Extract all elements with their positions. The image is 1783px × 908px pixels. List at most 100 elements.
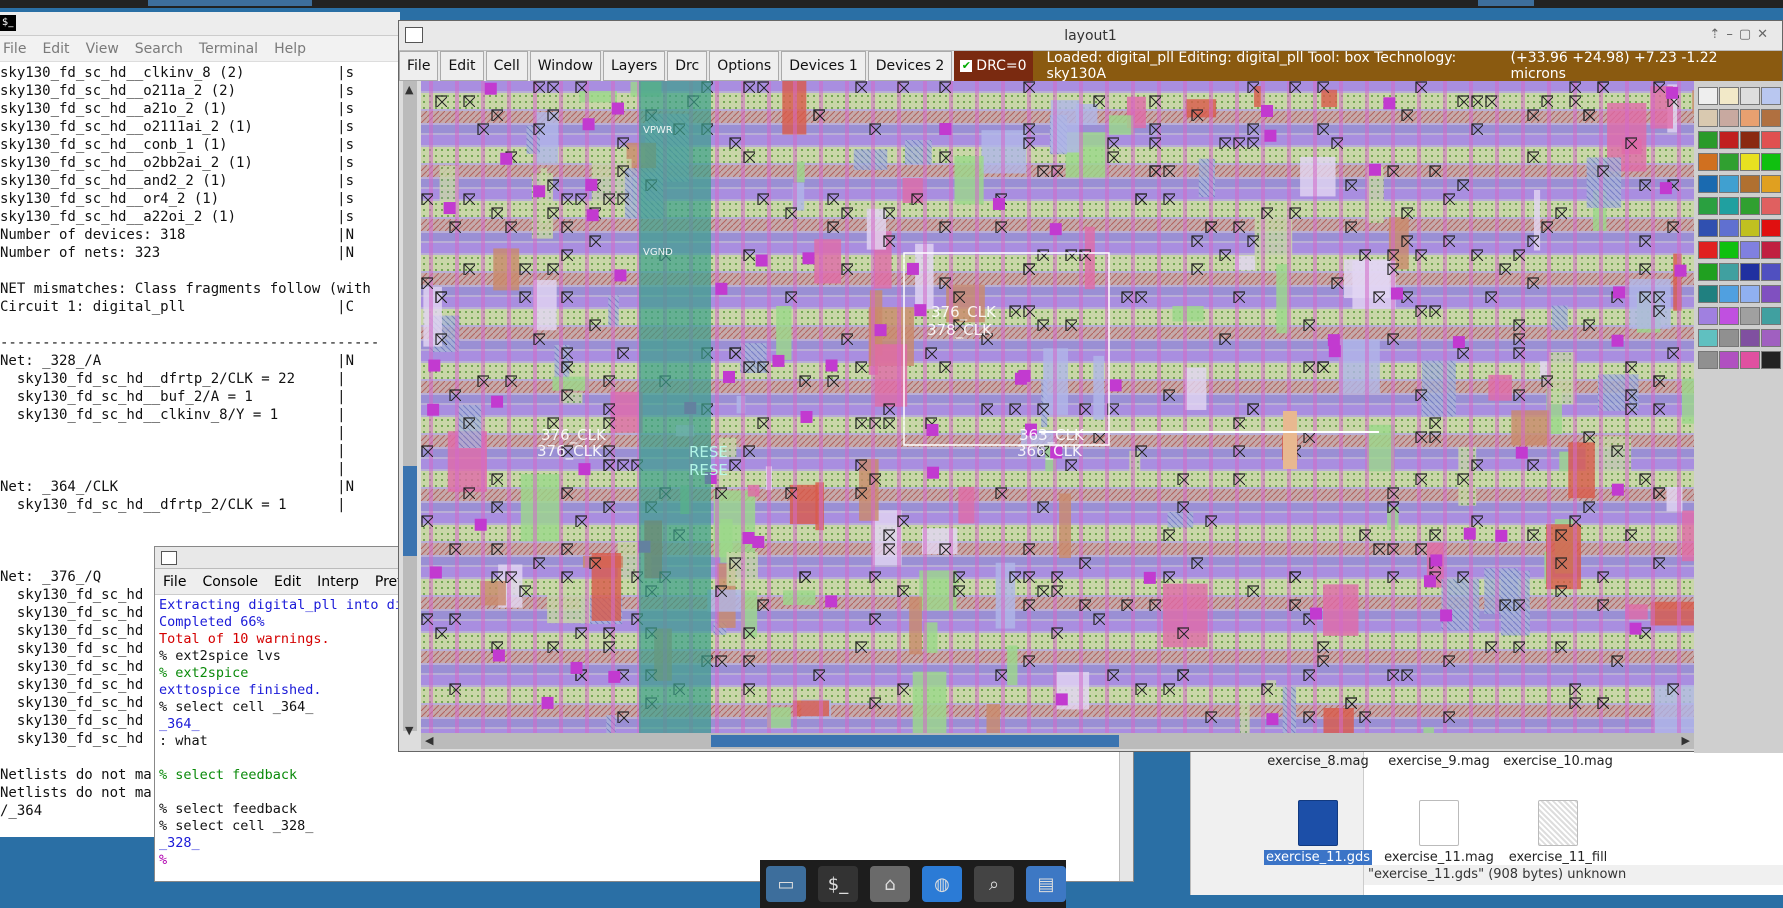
layer-swatch[interactable] <box>1698 329 1718 347</box>
layer-swatch[interactable] <box>1719 131 1739 149</box>
scroll-up-icon[interactable]: ▲ <box>405 83 413 96</box>
layer-swatch[interactable] <box>1761 307 1781 325</box>
search-icon[interactable]: ⌕ <box>974 866 1014 902</box>
layer-swatch[interactable] <box>1740 263 1760 281</box>
layer-swatch[interactable] <box>1698 131 1718 149</box>
layer-swatch[interactable] <box>1719 87 1739 105</box>
layer-swatch[interactable] <box>1761 351 1781 369</box>
layer-swatch[interactable] <box>1740 351 1760 369</box>
layer-swatch[interactable] <box>1761 285 1781 303</box>
drc-toggle[interactable]: ✔ DRC=0 <box>954 51 1033 81</box>
window-menu-icon[interactable] <box>161 551 177 565</box>
terminal-menu-help[interactable]: Help <box>271 41 319 57</box>
scroll-right-icon[interactable]: ▶ <box>1682 734 1690 747</box>
layout-canvas[interactable]: 376_CLK 378_CLK 376_CLK 376_CLK 363_CLK … <box>421 81 1694 733</box>
panel-task-2[interactable] <box>1478 0 1534 6</box>
layer-swatch[interactable] <box>1719 175 1739 193</box>
scroll-thumb[interactable] <box>711 735 1119 747</box>
tkcon-menu-interp[interactable]: Interp <box>309 574 367 590</box>
layer-swatch[interactable] <box>1719 263 1739 281</box>
layer-swatch[interactable] <box>1719 285 1739 303</box>
window-controls-icon[interactable]: ⇡–▢✕ <box>1709 27 1774 42</box>
layer-swatch[interactable] <box>1761 219 1781 237</box>
layer-swatch[interactable] <box>1740 197 1760 215</box>
terminal-menu-edit[interactable]: Edit <box>39 41 82 57</box>
scroll-down-icon[interactable]: ▼ <box>405 724 413 737</box>
layer-swatch[interactable] <box>1761 197 1781 215</box>
scroll-left-icon[interactable]: ◀ <box>425 734 433 747</box>
layer-swatch[interactable] <box>1761 329 1781 347</box>
layer-swatch[interactable] <box>1719 197 1739 215</box>
folder-icon[interactable]: ▤ <box>1026 866 1066 902</box>
file-item[interactable]: exercise_11_fill <box>1493 800 1623 865</box>
layer-swatch[interactable] <box>1698 241 1718 259</box>
layer-swatch[interactable] <box>1719 219 1739 237</box>
layer-swatch[interactable] <box>1740 219 1760 237</box>
layout-menu-drc[interactable]: Drc <box>667 51 708 81</box>
top-panel <box>0 0 1783 8</box>
scroll-thumb[interactable] <box>403 466 417 556</box>
vertical-scrollbar[interactable]: ▲ ▼ <box>403 81 417 737</box>
layer-swatch[interactable] <box>1698 175 1718 193</box>
tkcon-menu-edit[interactable]: Edit <box>266 574 309 590</box>
tkcon-menu-console[interactable]: Console <box>194 574 266 590</box>
layer-swatch[interactable] <box>1719 109 1739 127</box>
layer-swatch[interactable] <box>1740 241 1760 259</box>
layer-swatch[interactable] <box>1719 307 1739 325</box>
layer-swatch[interactable] <box>1719 329 1739 347</box>
home-folder-icon[interactable]: ⌂ <box>870 866 910 902</box>
terminal-menu-terminal[interactable]: Terminal <box>196 41 271 57</box>
layout-menu-cell[interactable]: Cell <box>485 51 528 81</box>
layer-swatch[interactable] <box>1761 153 1781 171</box>
layer-swatch[interactable] <box>1719 241 1739 259</box>
layer-swatch[interactable] <box>1698 197 1718 215</box>
layout-menu-window[interactable]: Window <box>529 51 601 81</box>
layer-swatch[interactable] <box>1698 307 1718 325</box>
layer-swatch[interactable] <box>1719 153 1739 171</box>
layout-menu-layers[interactable]: Layers <box>602 51 666 81</box>
terminal-icon[interactable]: $_ <box>818 866 858 902</box>
layer-palette[interactable] <box>1694 81 1783 753</box>
layer-swatch[interactable] <box>1740 175 1760 193</box>
layout-menu-devices-1[interactable]: Devices 1 <box>781 51 866 81</box>
layout-menu-file[interactable]: File <box>399 51 439 81</box>
layer-swatch[interactable] <box>1761 241 1781 259</box>
terminal-menu-view[interactable]: View <box>83 41 132 57</box>
document-icon <box>1419 800 1459 846</box>
layer-swatch[interactable] <box>1761 131 1781 149</box>
terminal-titlebar[interactable]: $_ <box>0 12 400 36</box>
layer-swatch[interactable] <box>1698 285 1718 303</box>
layer-swatch[interactable] <box>1761 263 1781 281</box>
layer-swatch[interactable] <box>1698 153 1718 171</box>
file-item[interactable]: exercise_11.mag <box>1374 800 1504 865</box>
horizontal-scrollbar[interactable]: ◀ ▶ <box>421 733 1694 749</box>
layer-swatch[interactable] <box>1740 87 1760 105</box>
layer-swatch[interactable] <box>1740 131 1760 149</box>
layer-swatch[interactable] <box>1740 109 1760 127</box>
layer-swatch[interactable] <box>1740 153 1760 171</box>
layout-menu-devices-2[interactable]: Devices 2 <box>867 51 953 81</box>
layer-swatch[interactable] <box>1740 329 1760 347</box>
layer-swatch[interactable] <box>1698 109 1718 127</box>
layer-swatch[interactable] <box>1698 351 1718 369</box>
layer-swatch[interactable] <box>1698 219 1718 237</box>
layer-swatch[interactable] <box>1740 285 1760 303</box>
layer-swatch[interactable] <box>1761 87 1781 105</box>
layer-swatch[interactable] <box>1719 351 1739 369</box>
panel-task-1[interactable] <box>148 0 312 6</box>
desktop-icon[interactable]: ▭ <box>766 866 806 902</box>
file-item[interactable]: exercise_11.gds <box>1253 800 1383 865</box>
layout-menu-options[interactable]: Options <box>709 51 780 81</box>
layer-swatch[interactable] <box>1761 109 1781 127</box>
layout-menu-edit[interactable]: Edit <box>440 51 484 81</box>
layer-swatch[interactable] <box>1761 175 1781 193</box>
layout-geometry[interactable] <box>421 81 1694 733</box>
browser-icon[interactable]: ◍ <box>922 866 962 902</box>
terminal-menu-search[interactable]: Search <box>132 41 196 57</box>
terminal-menu-file[interactable]: File <box>0 41 39 57</box>
layer-swatch[interactable] <box>1698 87 1718 105</box>
tkcon-menu-file[interactable]: File <box>155 574 194 590</box>
layout-titlebar[interactable]: layout1 ⇡–▢✕ <box>399 21 1782 51</box>
layer-swatch[interactable] <box>1698 263 1718 281</box>
layer-swatch[interactable] <box>1740 307 1760 325</box>
